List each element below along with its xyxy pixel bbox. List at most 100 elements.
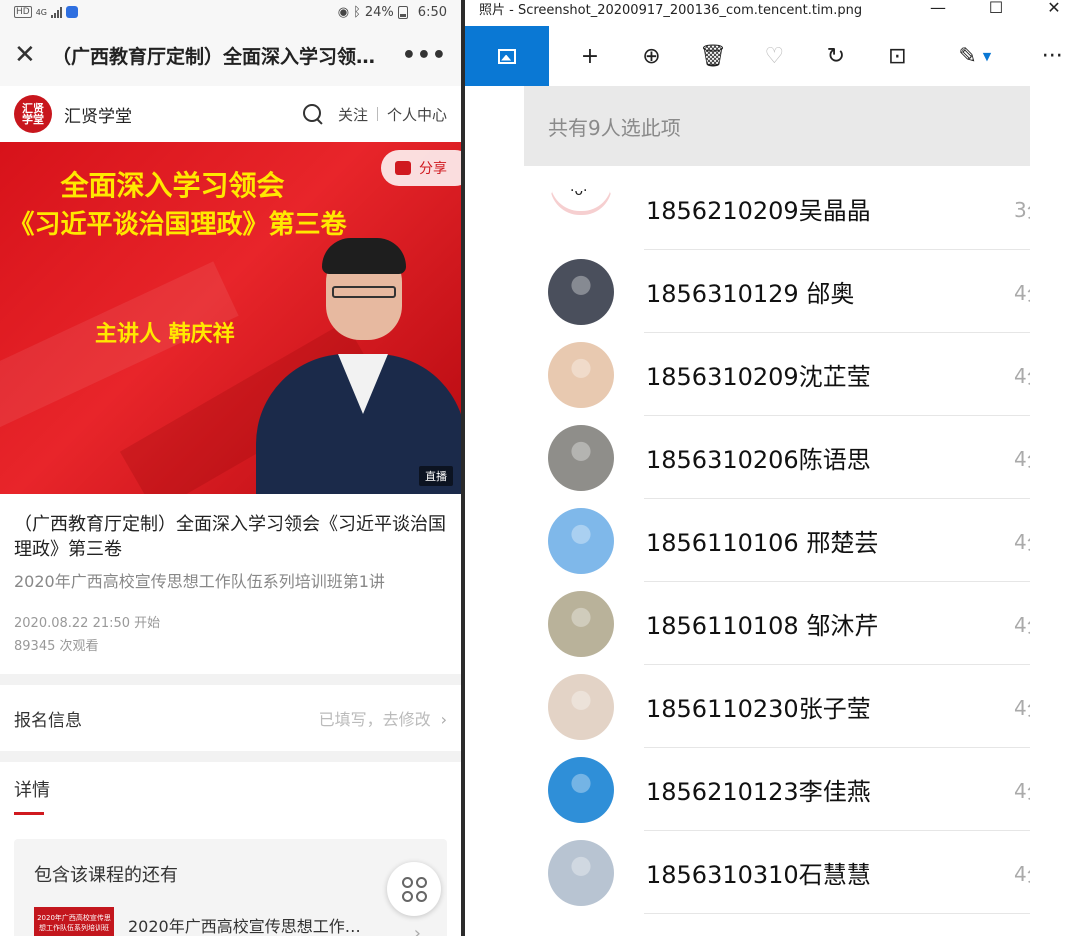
network-label: 4G [35, 7, 47, 17]
edit-draw-icon[interactable]: ✎ ▼ [944, 26, 1005, 86]
battery-icon [397, 5, 408, 19]
app-notification-icon [66, 6, 78, 18]
list-item[interactable]: 1856210123李佳燕 4分 [524, 748, 1030, 831]
list-item[interactable]: 1856310206陈语思 4分 [524, 416, 1030, 499]
clock: 6:50 [417, 4, 447, 20]
profile-link[interactable]: 个人中心 [387, 104, 447, 125]
list-item[interactable]: 1856110230张子莹 4分 [524, 665, 1030, 748]
divider [376, 107, 378, 121]
vote-time: 4分 [1014, 779, 1030, 803]
voter-name: 1856110230张子莹 [646, 695, 871, 723]
vote-time: 4分 [1014, 281, 1030, 305]
avatar[interactable] [548, 839, 614, 906]
avatar[interactable] [548, 424, 614, 491]
image-icon [498, 48, 517, 64]
share-button[interactable]: 分享 [381, 150, 461, 186]
photos-toolbar: + ⊕ 🗑 ♡ ↻ ⊡ ✎ ▼ ··· [465, 17, 1083, 86]
avatar[interactable] [548, 673, 614, 740]
voter-list: 共有9人选此项 1856210209吴晶晶3分1856310129 邰奥4分18… [524, 86, 1030, 914]
voter-name: 1856210123李佳燕 [646, 778, 871, 806]
bundle-title: 包含该课程的还有 [34, 865, 178, 886]
follow-link[interactable]: 关注 [338, 104, 368, 125]
signup-info-row[interactable]: 报名信息 已填写，去修改 › [0, 685, 461, 751]
avatar[interactable] [548, 175, 614, 241]
course-info: （广西教育厅定制）全面深入学习领会《习近平谈治国理政》第三卷 2020年广西高校… [0, 494, 461, 674]
related-bundle-card[interactable]: 包含该课程的还有 2020年广西高校宣传思想工作队伍系列培训班 2020年广西高… [14, 839, 447, 936]
chevron-down-icon: ▼ [982, 49, 992, 63]
vote-time: 4分 [1014, 862, 1030, 886]
voter-name: 1856310206陈语思 [646, 446, 871, 474]
course-title: （广西教育厅定制）全面深入学习领会《习近平谈治国理政》第三卷 [14, 514, 446, 560]
voter-name: 1856310310石慧慧 [646, 861, 871, 889]
tab-indicator [14, 812, 44, 815]
banner-speaker: 主讲人 韩庆祥 [95, 322, 235, 347]
favorite-icon[interactable]: ♡ [744, 26, 805, 86]
list-item[interactable]: 1856110106 邢楚芸 4分 [524, 499, 1030, 582]
signup-status[interactable]: 已填写，去修改 › [319, 706, 447, 730]
vote-time: 3分 [1014, 197, 1030, 222]
close-icon[interactable]: ✕ [14, 42, 42, 68]
avatar[interactable] [548, 590, 614, 657]
avatar[interactable] [548, 756, 614, 823]
maximize-button[interactable]: ☐ [967, 0, 1025, 17]
brand-bar: 汇贤 学堂 汇贤学堂 关注 个人中心 [0, 86, 461, 142]
delete-icon[interactable]: 🗑 [682, 26, 743, 86]
course-banner[interactable]: 全面深入学习领会 《习近平谈治国理政》第三卷 主讲人 韩庆祥 分享 直播 [0, 142, 461, 494]
photos-window: 照片 - Screenshot_20200917_200136_com.tenc… [465, 0, 1083, 936]
avatar[interactable] [548, 258, 614, 325]
vote-time: 4分 [1014, 613, 1030, 637]
vote-time: 4分 [1014, 364, 1030, 388]
brand-name[interactable]: 汇贤学堂 [64, 102, 302, 127]
voter-count-header: 共有9人选此项 [524, 86, 1030, 166]
add-icon[interactable]: + [559, 26, 620, 86]
more-options-icon[interactable]: ••• [402, 43, 447, 68]
more-icon[interactable]: ··· [1022, 26, 1083, 86]
close-window-button[interactable]: ✕ [1025, 0, 1083, 17]
signal-icon [51, 6, 62, 18]
hd-icon: HD [14, 6, 32, 18]
list-item[interactable]: 1856310209沈芷莹 4分 [524, 333, 1030, 416]
bundle-thumbnail[interactable]: 2020年广西高校宣传思想工作队伍系列培训班 [34, 907, 114, 936]
signup-label: 报名信息 [14, 710, 82, 731]
voter-name: 1856110108 邹沐芹 [646, 612, 879, 640]
list-item[interactable]: 1856310129 邰奥 4分 [524, 250, 1030, 333]
live-badge: 直播 [419, 466, 453, 486]
vote-time: 4分 [1014, 530, 1030, 554]
page-titlebar: ✕ （广西教育厅定制）全面深入学习领会《... ••• [0, 24, 461, 86]
see-all-photos-button[interactable] [465, 26, 550, 86]
minimize-button[interactable]: — [909, 0, 967, 17]
rotate-icon[interactable]: ↻ [805, 26, 866, 86]
search-icon[interactable] [302, 103, 324, 125]
banner-title-line2: 《习近平谈治国理政》第三卷 [8, 210, 347, 240]
vote-time: 4分 [1014, 696, 1030, 720]
tab-details[interactable]: 详情 [14, 776, 50, 802]
vote-time: 4分 [1014, 447, 1030, 471]
voter-name: 1856310209沈芷莹 [646, 363, 871, 391]
share-label: 分享 [419, 161, 447, 177]
window-title: 照片 - Screenshot_20200917_200136_com.tenc… [479, 3, 863, 18]
phone-status-bar: HD 4G ◉ ᛒ 24% 6:50 [0, 0, 461, 24]
crop-icon[interactable]: ⊡ [867, 26, 928, 86]
course-subtitle: 2020年广西高校宣传思想工作队伍系列培训班第1讲 [14, 572, 385, 591]
list-item[interactable]: 1856210209吴晶晶 3分 [524, 166, 1030, 250]
banner-title-line1: 全面深入学习领会 [60, 169, 285, 202]
battery-percent: 24% [364, 4, 394, 20]
zoom-icon[interactable]: ⊕ [621, 26, 682, 86]
brand-logo[interactable]: 汇贤 学堂 [14, 95, 52, 133]
avatar[interactable] [548, 507, 614, 574]
bundle-item-title[interactable]: 2020年广西高校宣传思想工作… [128, 913, 383, 936]
eye-icon: ◉ [337, 4, 350, 20]
row-divider [644, 913, 1030, 914]
course-view-count: 89345 次观看 [14, 639, 99, 654]
avatar[interactable] [548, 341, 614, 408]
window-titlebar: 照片 - Screenshot_20200917_200136_com.tenc… [465, 0, 1083, 18]
voter-name: 1856210209吴晶晶 [646, 196, 871, 225]
floating-menu-button[interactable] [387, 862, 441, 916]
bluetooth-icon: ᛒ [353, 4, 361, 20]
voter-name: 1856110106 邢楚芸 [646, 529, 879, 557]
list-item[interactable]: 1856310310石慧慧 4分 [524, 831, 1030, 914]
page-title: （广西教育厅定制）全面深入学习领会《... [52, 45, 394, 68]
list-item[interactable]: 1856110108 邹沐芹 4分 [524, 582, 1030, 665]
chevron-right-icon: › [440, 710, 447, 729]
details-section: 详情 包含该课程的还有 2020年广西高校宣传思想工作队伍系列培训班 2020年… [0, 762, 461, 936]
